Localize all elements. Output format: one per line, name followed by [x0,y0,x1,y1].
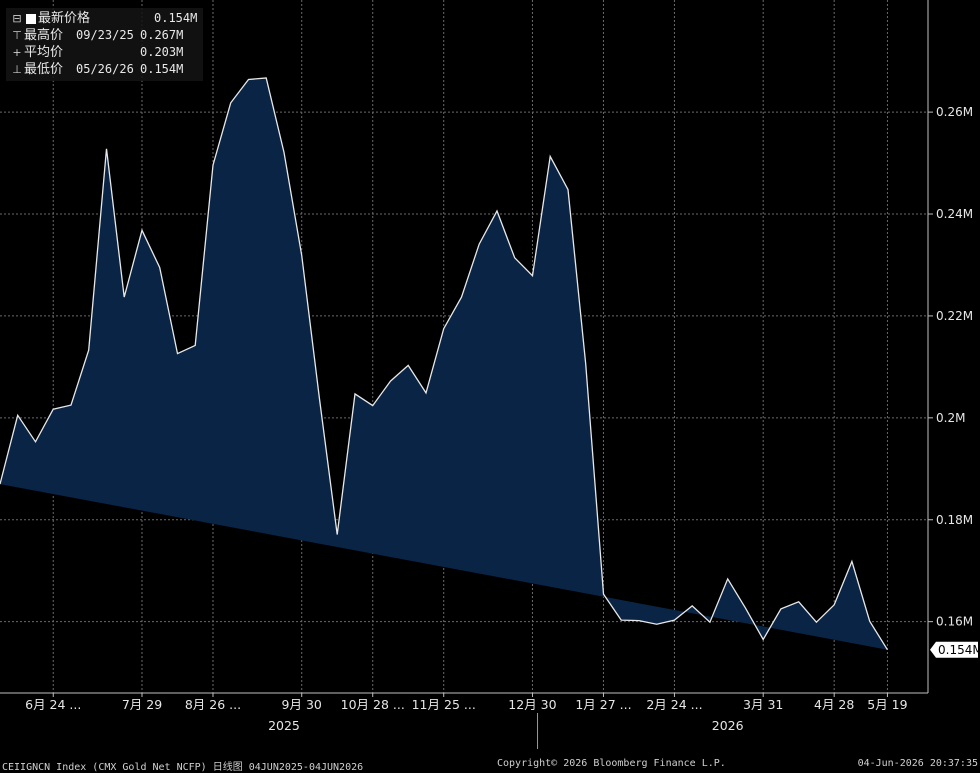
y-tick-label: 0.2M [936,411,965,425]
legend-high-date: 09/23/25 [76,28,134,42]
x-tick-label: 6月 24 ... [25,697,81,712]
collapse-icon[interactable]: ⊟ [10,10,24,27]
legend-row-avg: + 平均价 0.203M [10,44,197,61]
legend: ⊟ 最新价格 0.154M ⊤ 最高价 09/23/25 0.267M + 平均… [6,8,204,81]
x-tick-label: 8月 26 ... [185,697,241,712]
legend-high-value: 0.267M [140,28,184,42]
legend-avg-value: 0.203M [140,45,184,59]
x-tick-label: 3月 31 [743,697,783,712]
footer-index-info: CEIIGNCN Index (CMX Gold Net NCFP) 日线图 0… [2,762,364,773]
y-tick-label: 0.24M [936,207,973,221]
legend-low-label: 最低价 [24,62,64,77]
legend-high-label: 最高价 [24,28,64,43]
low-marker-icon: ⊥ [12,63,22,76]
legend-low-value: 0.154M [140,62,184,76]
year-label: 2025 [268,718,300,733]
x-tick-label: 11月 25 ... [412,697,476,712]
last-value-label: 0.154M [938,643,980,657]
high-marker-icon: ⊤ [12,29,22,42]
x-tick-label: 2月 24 ... [646,697,702,712]
footer-copyright: Copyright© 2026 Bloomberg Finance L.P. [497,758,726,769]
legend-avg-label: 平均价 [24,45,64,60]
x-tick-label: 9月 30 [282,697,322,712]
y-tick-label: 0.22M [936,309,973,323]
year-label: 2026 [712,718,744,733]
legend-row-low: ⊥ 最低价 05/26/26 0.154M [10,61,197,78]
legend-row-high: ⊤ 最高价 09/23/25 0.267M [10,27,197,44]
y-tick-label: 0.26M [936,105,973,119]
area-chart: 0.16M 0.18M 0.2M 0.22M 0.24M 0.26M 6月 24 ... 7… [0,0,980,749]
white-square-icon [26,13,36,24]
legend-last-value: 0.154M [154,11,198,25]
y-tick-label: 0.16M [936,615,973,629]
y-tick-label: 0.18M [936,513,973,527]
footer: CEIIGNCN Index (CMX Gold Net NCFP) 日线图 0… [0,757,980,773]
x-tick-label: 4月 28 [814,697,854,712]
year-labels: 2025 2026 [268,713,744,749]
legend-low-date: 05/26/26 [76,62,134,76]
footer-timestamp: 04-Jun-2026 20:37:35 [857,758,978,769]
x-axis-ticks: 6月 24 ... 7月 29 8月 26 ... 9月 30 10月 28 ... 11… [25,693,908,712]
x-tick-label: 7月 29 [122,697,162,712]
legend-row-last: ⊟ 最新价格 0.154M [10,10,197,27]
x-tick-label: 5月 19 [867,697,907,712]
area-fill [0,78,888,650]
x-tick-label: 1月 27 ... [575,697,631,712]
x-tick-label: 10月 28 ... [341,697,405,712]
x-tick-label: 12月 30 [508,697,556,712]
last-value-marker: 0.154M [930,641,980,658]
legend-last-label: 最新价格 [38,11,91,26]
average-marker-icon: + [12,46,22,59]
y-axis-ticks: 0.16M 0.18M 0.2M 0.22M 0.24M 0.26M [928,105,973,629]
